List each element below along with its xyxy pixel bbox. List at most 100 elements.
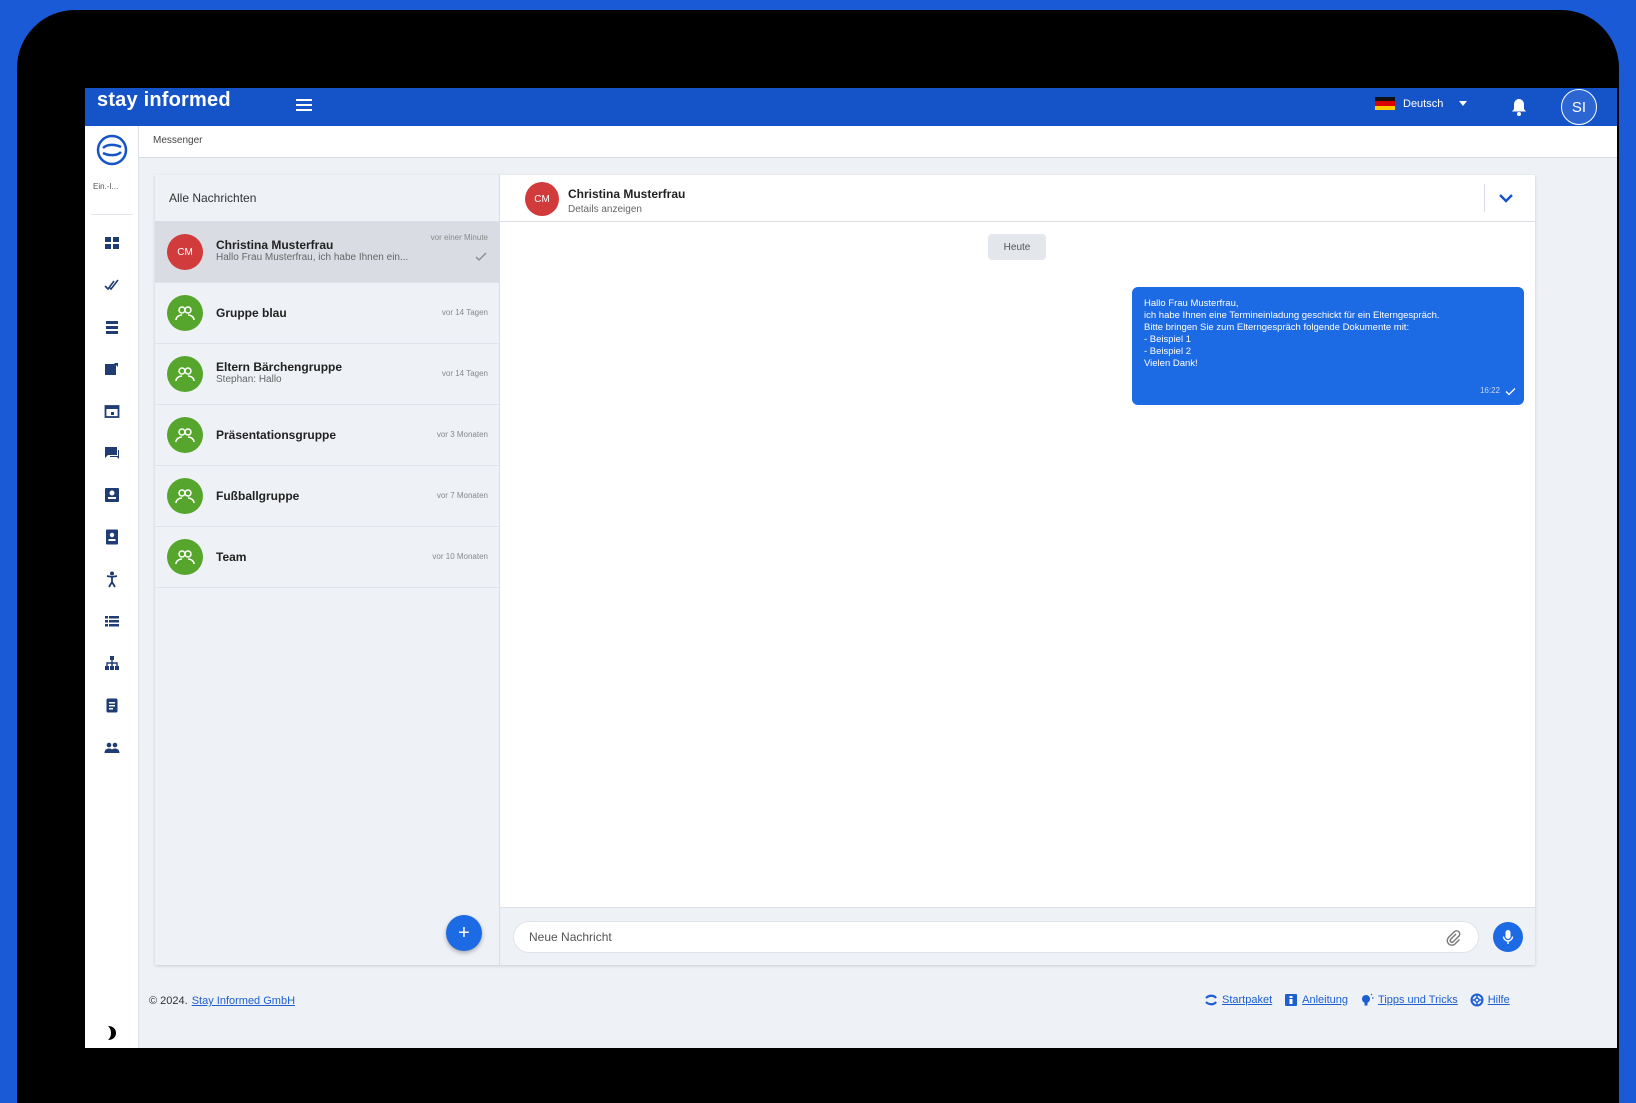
calendar-icon[interactable] [103, 402, 121, 420]
contact-card-icon[interactable] [103, 486, 121, 504]
conversation-preview: Stephan: Hallo [216, 374, 282, 385]
manual-icon [1285, 994, 1298, 1006]
details-link[interactable]: Details anzeigen [568, 204, 642, 215]
footer-link-anleitung[interactable]: Anleitung [1284, 993, 1348, 1007]
clipboard-icon[interactable] [103, 696, 121, 714]
conversation-name: Eltern Bärchengruppe [216, 360, 343, 374]
footer-link-help[interactable]: Hilfe [1470, 993, 1510, 1007]
child-icon[interactable] [103, 570, 121, 588]
conversation-name: Präsentationsgruppe [216, 428, 337, 442]
copyright-text: © 2024. [149, 995, 188, 1007]
language-selector[interactable]: Deutsch [1375, 97, 1468, 110]
day-separator: Heute [988, 234, 1046, 260]
footer: © 2024. Stay Informed GmbH Startpaket Anl… [139, 983, 1617, 1048]
footer-link-label: Hilfe [1487, 994, 1510, 1006]
chat-area: CM Christina Musterfrau Details anzeigen… [500, 175, 1535, 965]
breadcrumb: Messenger [153, 135, 203, 146]
composer-bar [500, 907, 1535, 965]
conversation-time: vor 7 Monaten [436, 491, 488, 500]
conversation-list-title: Alle Nachrichten [155, 175, 499, 222]
group-icon [167, 417, 203, 453]
conversation-item[interactable]: CM Christina Musterfrau Hallo Frau Muste… [155, 222, 499, 283]
conversation-preview: Hallo Frau Musterfrau, ich habe Ihnen ei… [216, 252, 409, 263]
group-icon [167, 478, 203, 514]
conversation-item[interactable]: Fußballgruppe vor 7 Monaten [155, 466, 499, 527]
paperclip-icon[interactable] [1444, 929, 1462, 947]
lifebuoy-icon [1470, 993, 1484, 1007]
org-chart-icon[interactable] [103, 654, 121, 672]
conversation-name: Gruppe blau [216, 306, 287, 320]
message-line: Hallo Frau Musterfrau, [1144, 298, 1239, 309]
conversation-name: Team [216, 550, 247, 564]
chat-icon[interactable] [103, 444, 121, 462]
collapse-sidebar-icon[interactable] [103, 1024, 121, 1042]
conversation-item[interactable]: Team vor 10 Monaten [155, 527, 499, 588]
message-line: Bitte bringen Sie zum Elterngespräch fol… [1144, 322, 1410, 333]
org-logo-icon[interactable] [95, 133, 129, 167]
bell-icon[interactable] [1510, 97, 1528, 117]
app-screen: stay informed Deutsch SI Ein.-I... Messe… [85, 88, 1617, 1048]
message-line: Vielen Dank! [1144, 358, 1198, 369]
footer-links: Startpaket Anleitung Tipps und Tricks Hi… [1204, 993, 1510, 1007]
conversation-item[interactable]: Präsentationsgruppe vor 3 Monaten [155, 405, 499, 466]
footer-link-label: Tipps und Tricks [1378, 994, 1458, 1006]
edit-board-icon[interactable] [103, 360, 121, 378]
conversation-time: vor 10 Monaten [432, 552, 488, 561]
footer-link-tips[interactable]: Tipps und Tricks [1360, 993, 1458, 1007]
chat-header: CM Christina Musterfrau Details anzeigen [500, 175, 1535, 222]
message-bubble: Hallo Frau Musterfrau, ich habe Ihnen ei… [1132, 287, 1524, 405]
conversation-time: vor einer Minute [430, 233, 488, 242]
group-icon [167, 539, 203, 575]
message-time: 16:22 [1479, 386, 1500, 395]
user-avatar[interactable]: SI [1561, 89, 1597, 125]
bullet-list-icon[interactable] [103, 612, 121, 630]
microphone-icon [1502, 930, 1514, 944]
new-conversation-button[interactable]: + [446, 915, 482, 951]
list-icon[interactable] [103, 318, 121, 336]
message-line: - Beispiel 2 [1144, 346, 1191, 357]
conversation-item[interactable]: Eltern Bärchengruppe Stephan: Hallo vor … [155, 344, 499, 405]
people-icon[interactable] [103, 738, 121, 756]
company-link[interactable]: Stay Informed GmbH [192, 995, 295, 1007]
top-bar: stay informed Deutsch SI [85, 88, 1617, 126]
message-input[interactable] [529, 930, 1409, 944]
breadcrumb-bar: Messenger [139, 126, 1617, 158]
left-rail: Ein.-I... [85, 126, 139, 1048]
contacts-book-icon[interactable] [103, 528, 121, 546]
messenger-panel: Alle Nachrichten CM Christina Musterfrau… [155, 175, 1535, 965]
chevron-down-icon[interactable] [1498, 191, 1514, 205]
conversation-time: vor 14 Tagen [441, 369, 488, 378]
check-icon [1505, 388, 1516, 396]
copyright: © 2024. Stay Informed GmbH [149, 995, 295, 1007]
device-frame: stay informed Deutsch SI Ein.-I... Messe… [17, 10, 1619, 1103]
chevron-down-icon [1459, 101, 1468, 106]
stay-informed-icon [1205, 994, 1217, 1006]
avatar: CM [167, 234, 203, 270]
microphone-button[interactable] [1493, 922, 1523, 952]
dashboard-icon[interactable] [103, 234, 121, 252]
app-logo[interactable]: stay informed [97, 89, 231, 112]
footer-link-startpaket[interactable]: Startpaket [1204, 993, 1272, 1007]
group-icon [167, 356, 203, 392]
german-flag-icon [1375, 97, 1395, 110]
language-label: Deutsch [1403, 97, 1444, 110]
check-icon [475, 252, 487, 261]
conversation-name: Fußballgruppe [216, 489, 300, 503]
lightbulb-icon [1362, 993, 1374, 1006]
org-label: Ein.-I... [93, 182, 119, 191]
double-check-icon[interactable] [103, 276, 121, 294]
menu-icon[interactable] [293, 96, 315, 116]
group-icon [167, 295, 203, 331]
avatar: CM [525, 182, 559, 216]
divider [1484, 184, 1485, 212]
conversation-item[interactable]: Gruppe blau vor 14 Tagen [155, 283, 499, 344]
footer-link-label: Anleitung [1302, 994, 1349, 1006]
rail-divider [91, 214, 133, 215]
footer-link-label: Startpaket [1222, 994, 1273, 1006]
conversation-time: vor 3 Monaten [436, 430, 488, 439]
conversation-time: vor 14 Tagen [441, 308, 488, 317]
message-line: ich habe Ihnen eine Termineinladung gesc… [1144, 310, 1440, 321]
message-line: - Beispiel 1 [1144, 334, 1191, 345]
message-composer [513, 921, 1479, 953]
conversation-name: Christina Musterfrau [216, 238, 334, 252]
